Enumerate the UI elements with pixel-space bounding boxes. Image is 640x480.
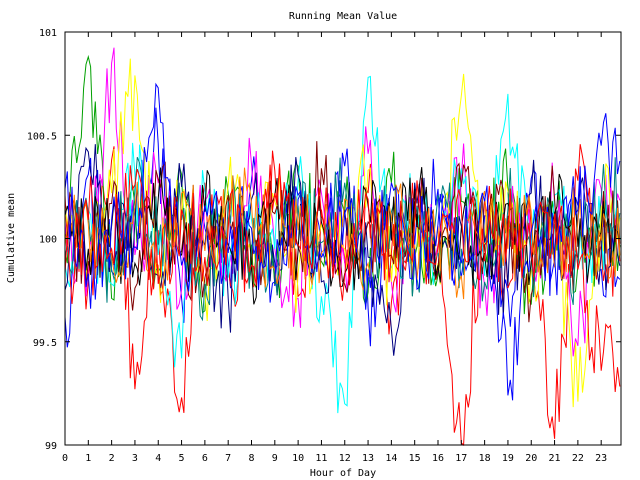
line-chart: 9999.5100100.5101 0 1 2 3 4 5 6 7 8 9 10 11 12 13 14 15…: [6, 11, 622, 479]
x-tick-label: 5: [179, 453, 185, 464]
x-tick-label: 2: [109, 453, 115, 464]
x-tick-label: 9: [272, 453, 278, 464]
x-tick-label: 18: [479, 453, 491, 464]
y-tick-label: 101: [39, 28, 57, 39]
x-tick-label: 0: [62, 453, 68, 464]
x-tick-label: 19: [502, 453, 514, 464]
y-tick-label: 100: [39, 235, 57, 246]
x-tick-label: 4: [155, 453, 161, 464]
x-tick-label: 1: [85, 453, 91, 464]
x-tick-label: 6: [202, 453, 208, 464]
x-tick-label: 13: [362, 453, 374, 464]
x-tick-label: 3: [132, 453, 138, 464]
x-tick-label: 16: [432, 453, 444, 464]
x-tick-label: 15: [409, 453, 421, 464]
series-layer: [64, 47, 621, 447]
x-tick-label: 10: [292, 453, 304, 464]
x-tick-label: 21: [549, 453, 561, 464]
x-tick-label: 14: [385, 453, 397, 464]
x-tick-label: 23: [595, 453, 607, 464]
x-tick-label: 12: [339, 453, 351, 464]
x-axis-label: Hour of Day: [310, 468, 376, 479]
x-tick-label: 17: [455, 453, 467, 464]
x-tick-label: 7: [225, 453, 231, 464]
y-tick-label: 99.5: [33, 338, 57, 349]
y-axis-label: Cumulative mean: [6, 193, 17, 283]
x-tick-label: 20: [525, 453, 537, 464]
y-tick-label: 99: [45, 441, 57, 452]
x-tick-label: 11: [315, 453, 327, 464]
x-tick-label: 8: [248, 453, 254, 464]
chart-title: Running Mean Value: [289, 11, 397, 22]
x-tick-label: 22: [572, 453, 584, 464]
y-tick-label: 100.5: [27, 131, 57, 142]
